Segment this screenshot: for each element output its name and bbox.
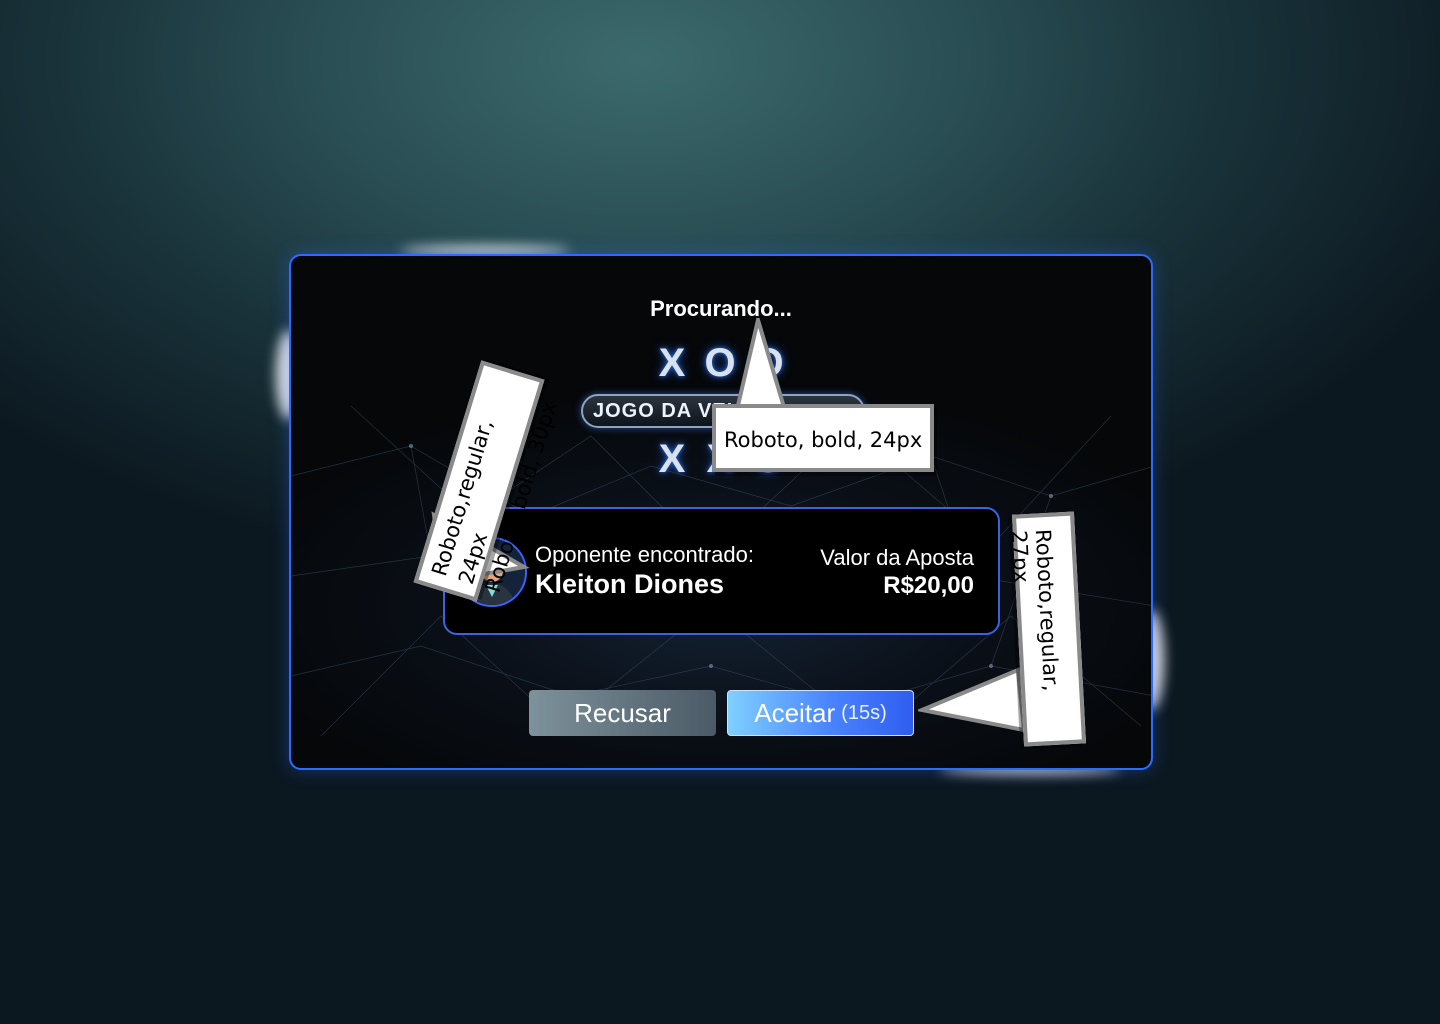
searching-title: Procurando... bbox=[650, 296, 792, 321]
decline-button[interactable]: Recusar bbox=[529, 690, 716, 736]
bet-callout-pointer bbox=[918, 667, 1027, 733]
accept-button-label: Aceitar bbox=[754, 697, 836, 728]
bet-amount-value: R$20,00 bbox=[883, 572, 974, 599]
accept-countdown: (15s) bbox=[841, 701, 887, 724]
logo-mark: X bbox=[658, 340, 686, 385]
logo-mark: X bbox=[658, 436, 686, 481]
opponent-name: Kleiton Diones bbox=[535, 569, 725, 599]
bet-amount-label: Valor da Aposta bbox=[820, 545, 974, 570]
opponent-found-label: Oponente encontrado: bbox=[535, 542, 754, 567]
title-font-annotation-text: Roboto, bold, 24px bbox=[724, 428, 923, 452]
title-callout-pointer bbox=[733, 318, 789, 416]
decline-button-label: Recusar bbox=[574, 697, 671, 728]
accept-button[interactable]: Aceitar (15s) bbox=[727, 690, 914, 736]
title-font-annotation: Roboto, bold, 24px bbox=[712, 404, 934, 472]
bet-font-annotation: Roboto,regular, 27px bbox=[1007, 511, 1087, 747]
